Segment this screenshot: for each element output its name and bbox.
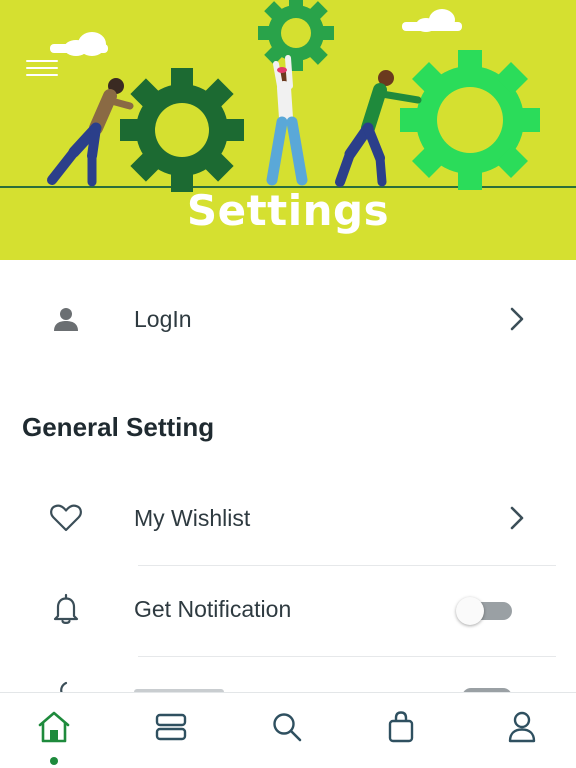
cloud-icon xyxy=(402,9,462,32)
notification-label: Get Notification xyxy=(134,596,292,622)
search-icon xyxy=(273,713,302,742)
section-title-general: General Setting xyxy=(22,412,215,442)
home-icon xyxy=(38,711,70,743)
page-title: Settings xyxy=(186,186,390,235)
wishlist-label: My Wishlist xyxy=(134,505,251,531)
shopping-bag-icon xyxy=(388,711,414,743)
nav-profile[interactable] xyxy=(502,709,542,745)
nav-categories[interactable] xyxy=(151,709,191,745)
notification-toggle[interactable] xyxy=(454,596,514,625)
bell-icon xyxy=(46,592,86,626)
user-icon xyxy=(508,711,536,743)
active-indicator xyxy=(50,757,58,765)
wishlist-row[interactable]: My Wishlist xyxy=(0,483,576,553)
person-figure xyxy=(47,78,134,187)
nav-search[interactable] xyxy=(267,709,307,745)
categories-icon xyxy=(155,713,187,741)
login-row[interactable]: LogIn xyxy=(0,284,576,354)
login-label: LogIn xyxy=(134,306,192,332)
header-banner: Settings xyxy=(0,0,576,260)
cloud-icon xyxy=(50,32,108,56)
heart-icon xyxy=(46,501,86,535)
person-figure xyxy=(266,55,308,186)
nav-home[interactable] xyxy=(34,709,74,745)
bottom-navigation xyxy=(0,692,576,768)
chevron-right-icon xyxy=(506,304,530,334)
notification-row: Get Notification xyxy=(0,574,576,644)
chevron-right-icon xyxy=(506,503,530,533)
divider xyxy=(138,656,556,657)
hamburger-menu-icon[interactable] xyxy=(26,60,58,82)
divider xyxy=(138,565,556,566)
person-icon xyxy=(46,302,86,336)
nav-cart[interactable] xyxy=(381,709,421,745)
